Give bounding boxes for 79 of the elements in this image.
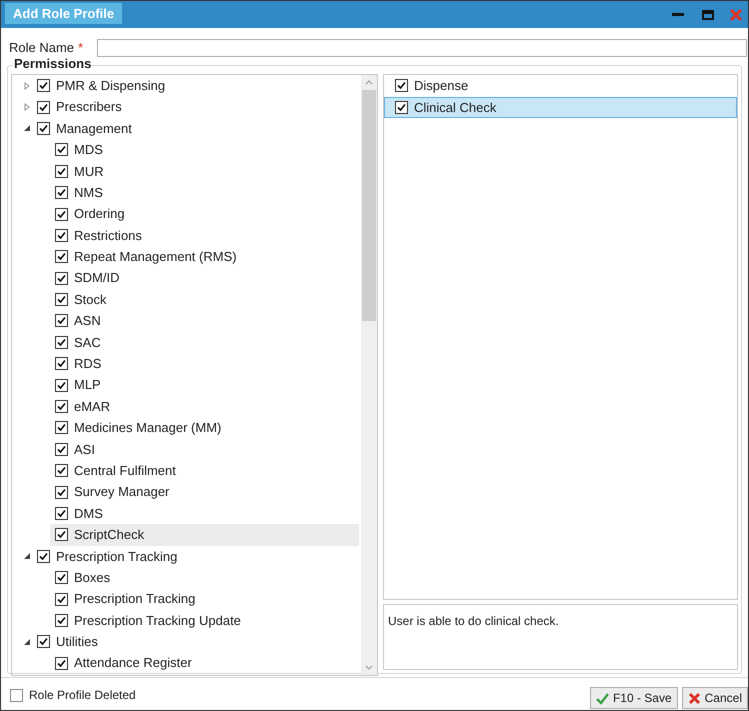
checkbox[interactable] [55, 164, 68, 178]
description-text: User is able to do clinical check. [383, 604, 738, 670]
expanded-arrow-icon[interactable] [23, 638, 31, 646]
checkbox[interactable] [55, 208, 68, 221]
close-icon [730, 9, 742, 21]
tree-item[interactable]: SAC [50, 332, 101, 354]
required-mark: * [78, 39, 84, 58]
checkbox[interactable] [55, 272, 68, 285]
checkbox[interactable] [55, 486, 68, 499]
save-button[interactable]: F10 - Save [590, 687, 678, 709]
collapsed-arrow-icon[interactable] [23, 103, 31, 112]
checkbox[interactable] [395, 79, 408, 92]
checkbox[interactable] [55, 228, 68, 242]
checkbox[interactable] [37, 100, 50, 114]
checkbox-label: Role Profile Deleted [29, 687, 136, 704]
checkbox[interactable] [55, 400, 68, 414]
checkbox[interactable] [55, 336, 68, 349]
tree-item[interactable]: Prescription Tracking [32, 546, 178, 567]
checkbox[interactable] [55, 250, 68, 264]
checkbox[interactable] [37, 635, 50, 648]
tree-item[interactable]: PMR & Dispensing [32, 75, 166, 96]
permission-item[interactable]: Clinical Check [384, 96, 737, 118]
checkbox[interactable] [55, 143, 68, 156]
tree-item[interactable]: Utilities [32, 631, 98, 653]
tree-item[interactable]: Ordering [50, 203, 125, 225]
close-icon [688, 692, 701, 704]
tree-item[interactable]: Repeat Management (RMS) [50, 246, 237, 268]
tree-item[interactable]: ASI [50, 438, 95, 460]
collapsed-arrow-icon[interactable] [23, 82, 31, 90]
tree-item[interactable]: Stock [50, 288, 107, 310]
checkbox[interactable] [55, 378, 68, 392]
checkbox[interactable] [55, 421, 68, 434]
checkbox[interactable] [55, 357, 68, 370]
tree-item[interactable]: MUR [50, 160, 104, 182]
permission-item[interactable]: Dispense [384, 75, 737, 96]
checkbox[interactable] [55, 293, 68, 306]
window-title: Add Role Profile [5, 3, 122, 24]
tree-item[interactable]: Prescribers [32, 96, 122, 118]
tree-item[interactable]: Boxes [50, 566, 110, 588]
checkbox[interactable] [37, 79, 50, 92]
checkbox[interactable] [55, 442, 68, 456]
tree-item[interactable]: Management [32, 118, 132, 140]
tree-item[interactable]: DMS [50, 502, 103, 524]
tree-item[interactable]: MLP [50, 374, 101, 396]
expanded-arrow-icon[interactable] [23, 552, 31, 560]
role-name-field[interactable] [97, 39, 747, 57]
tree-item[interactable]: Prescription Tracking Update [50, 610, 241, 632]
checkbox[interactable] [55, 507, 68, 520]
checkbox[interactable] [55, 314, 68, 328]
tree-item[interactable]: Restrictions [50, 224, 142, 246]
minimize-icon [672, 13, 684, 17]
checkbox[interactable] [37, 122, 50, 135]
check-icon [596, 692, 609, 704]
maximize-icon [702, 10, 714, 20]
checkbox[interactable] [55, 614, 68, 627]
tree-item[interactable]: Prescription Tracking [50, 588, 196, 610]
field-label: Role Name [9, 39, 74, 58]
tree-item[interactable]: Survey Manager [50, 481, 170, 503]
checkbox[interactable] [55, 571, 68, 584]
checkbox[interactable] [55, 186, 68, 200]
tree-item[interactable]: ScriptCheck [50, 524, 359, 546]
checkbox[interactable] [55, 528, 68, 542]
tree-item[interactable]: Medicines Manager (MM) [50, 417, 222, 439]
cancel-button[interactable]: Cancel [682, 687, 748, 709]
tree-item[interactable]: Central Fulfilment [50, 460, 176, 482]
tree-item[interactable]: SDM/ID [50, 268, 120, 289]
tree-item[interactable]: ASN [50, 310, 101, 332]
checkbox[interactable] [37, 550, 50, 563]
tree-item[interactable]: MDS [50, 139, 103, 161]
tree-item[interactable]: Attendance Register [50, 652, 192, 674]
checkbox[interactable] [55, 592, 68, 606]
tree-item[interactable]: RDS [50, 353, 102, 374]
tree-item[interactable]: eMAR [50, 396, 110, 418]
checkbox[interactable] [55, 656, 68, 670]
checkbox[interactable] [55, 464, 68, 478]
checkbox[interactable] [10, 688, 23, 702]
expanded-arrow-icon[interactable] [23, 124, 31, 132]
checkbox[interactable] [395, 100, 408, 114]
tree-item[interactable]: NMS [50, 182, 103, 204]
